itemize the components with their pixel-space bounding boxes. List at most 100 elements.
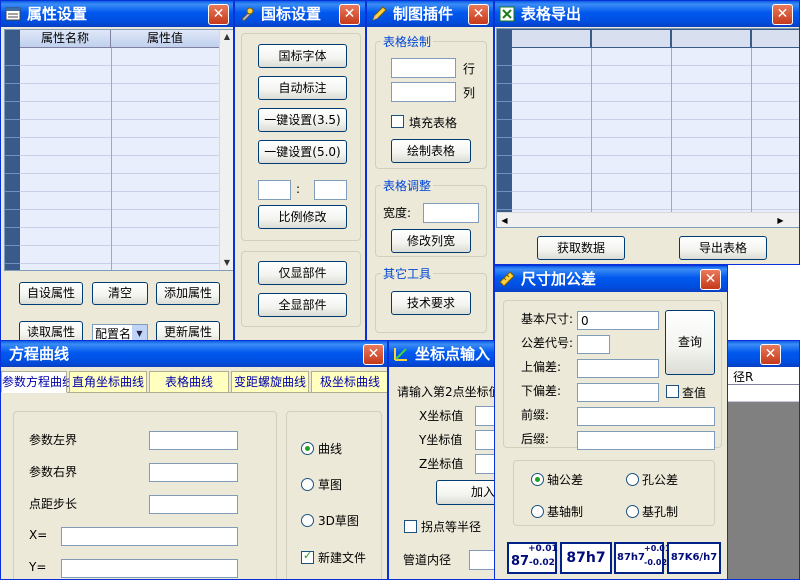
tolerance-title: 尺寸加公差: [521, 270, 597, 288]
props-titlebar[interactable]: 属性设置: [1, 1, 233, 27]
tolerance-code-input[interactable]: [577, 335, 610, 354]
tab-helix-curve[interactable]: 变距螺旋曲线: [231, 371, 309, 393]
new-file-label: 新建文件: [318, 551, 367, 565]
mini-grid[interactable]: 径R: [721, 367, 799, 579]
equal-radius-label: 拐点等半径: [421, 520, 482, 534]
pencil-icon: [372, 6, 387, 21]
tab-cartesian-curve[interactable]: 直角坐标曲线: [69, 371, 147, 393]
col-name-header[interactable]: 属性名称: [20, 30, 111, 48]
show-all-button[interactable]: 全显部件: [258, 293, 347, 317]
sketch3d-radio[interactable]: [301, 514, 314, 527]
props-scrollbar[interactable]: ▲ ▼: [219, 30, 233, 270]
shaft-tolerance-radio[interactable]: [531, 473, 544, 486]
scroll-up-icon[interactable]: ▲: [220, 30, 233, 44]
tolerance-close-button[interactable]: ✕: [700, 269, 721, 290]
shaft-tolerance-label: 轴公差: [547, 473, 584, 487]
preset3-main: 87h7: [617, 552, 645, 563]
tolerance-type-panel: [513, 460, 715, 526]
scale-modify-button[interactable]: 比例修改: [258, 205, 347, 229]
query-button[interactable]: 查询: [665, 310, 715, 375]
mini-close-button[interactable]: ✕: [760, 344, 781, 365]
equation-close-button[interactable]: ✕: [363, 344, 384, 365]
new-file-checkbox[interactable]: [301, 549, 314, 564]
modify-colwidth-button[interactable]: 修改列宽: [391, 229, 471, 253]
fill-table-checkbox[interactable]: [391, 115, 404, 128]
export-close-button[interactable]: ✕: [772, 4, 793, 25]
one-click-50-button[interactable]: 一键设置(5.0): [258, 140, 347, 164]
param-right-label: 参数右界: [29, 465, 78, 479]
curve-radio-label: 曲线: [318, 442, 343, 456]
scroll-down-icon[interactable]: ▼: [220, 256, 233, 270]
x-eq-input[interactable]: [61, 527, 238, 546]
x-coord-label: X坐标值: [419, 409, 464, 423]
export-table-button[interactable]: 导出表格: [679, 236, 767, 260]
plugin-window: 制图插件 ✕ 表格绘制 行 列 填充表格 绘制表格 表格调整 宽度: 修改列宽 …: [366, 0, 494, 345]
basic-size-input[interactable]: 0: [577, 311, 659, 330]
props-grid[interactable]: 属性名称 属性值 ▲ ▼: [4, 29, 233, 271]
preset3-lower: -0.02: [644, 558, 668, 567]
scroll-right-icon[interactable]: ▶: [773, 213, 788, 228]
draw-table-button[interactable]: 绘制表格: [391, 139, 471, 163]
upper-dev-input[interactable]: [577, 359, 659, 378]
export-grid[interactable]: ◀ ▶: [496, 28, 799, 228]
preset-fit-button[interactable]: 87K6/h7: [667, 542, 721, 574]
config-label: 配置名: [95, 327, 132, 341]
table-adjust-group-label: 表格调整: [381, 177, 434, 194]
export-hscrollbar[interactable]: ◀ ▶: [497, 212, 799, 228]
hole-tolerance-radio[interactable]: [626, 473, 639, 486]
export-header-col2[interactable]: [592, 30, 671, 47]
y-eq-input[interactable]: [61, 559, 238, 578]
one-click-35-button[interactable]: 一键设置(3.5): [258, 108, 347, 132]
tab-table-curve[interactable]: 表格曲线: [149, 371, 229, 393]
custom-props-button[interactable]: 自设属性: [19, 282, 83, 305]
get-data-button[interactable]: 获取数据: [537, 236, 625, 260]
preset-code-deviation-button[interactable]: 87h7 +0.01 -0.02: [614, 542, 670, 574]
export-header-col3[interactable]: [672, 30, 751, 47]
width-input[interactable]: [423, 203, 479, 223]
show-part-button[interactable]: 仅显部件: [258, 261, 347, 285]
suffix-input[interactable]: [577, 431, 715, 450]
add-prop-button[interactable]: 添加属性: [156, 282, 220, 305]
props-window: 属性设置 ✕ 属性名称 属性值 ▲ ▼ 自设属性 清空 添加属性 读取属性 配置…: [0, 0, 234, 345]
fill-table-label: 填充表格: [409, 116, 458, 130]
mini-col-header[interactable]: 径R: [733, 368, 753, 385]
plugin-close-button[interactable]: ✕: [468, 4, 489, 25]
cols-input[interactable]: [391, 82, 456, 102]
auto-annotate-button[interactable]: 自动标注: [258, 76, 347, 100]
export-header-col1[interactable]: [512, 30, 591, 47]
equation-title: 方程曲线: [9, 345, 70, 363]
add-point-button[interactable]: 加入: [436, 480, 497, 505]
step-input[interactable]: [149, 495, 238, 514]
export-titlebar[interactable]: 表格导出: [495, 1, 799, 27]
hole-base-radio[interactable]: [626, 505, 639, 518]
scale-right-input[interactable]: [314, 180, 347, 200]
export-header-col4[interactable]: [752, 30, 799, 47]
col-value-header[interactable]: 属性值: [111, 30, 219, 48]
scale-left-input[interactable]: [258, 180, 291, 200]
gb-font-button[interactable]: 国标字体: [258, 44, 347, 68]
curve-radio[interactable]: [301, 442, 314, 455]
tab-polar-curve[interactable]: 极坐标曲线: [311, 371, 387, 393]
x-eq-label: X=: [29, 528, 48, 542]
gb-close-button[interactable]: ✕: [339, 4, 360, 25]
param-right-input[interactable]: [149, 463, 238, 482]
pipe-diameter-label: 管道内径: [403, 553, 452, 567]
coord-titlebar[interactable]: 坐标点输入: [389, 341, 497, 367]
shaft-base-radio[interactable]: [531, 505, 544, 518]
query-value-checkbox[interactable]: [666, 385, 679, 398]
sketch-radio[interactable]: [301, 478, 314, 491]
equation-titlebar[interactable]: 方程曲线: [1, 341, 387, 367]
preset-code-button[interactable]: 87h7: [560, 542, 612, 574]
equal-radius-checkbox[interactable]: [404, 520, 417, 533]
props-close-button[interactable]: ✕: [208, 4, 229, 25]
tab-param-curve[interactable]: 参数方程曲线: [1, 371, 74, 393]
clear-button[interactable]: 清空: [92, 282, 148, 305]
param-left-input[interactable]: [149, 431, 238, 450]
rows-input[interactable]: [391, 58, 456, 78]
tolerance-titlebar[interactable]: 尺寸加公差: [495, 266, 727, 292]
prefix-input[interactable]: [577, 407, 715, 426]
tech-requirements-button[interactable]: 技术要求: [391, 291, 471, 315]
preset-deviation-button[interactable]: 87 +0.01 -0.02: [507, 542, 558, 574]
lower-dev-input[interactable]: [577, 383, 659, 402]
scroll-left-icon[interactable]: ◀: [497, 213, 512, 228]
